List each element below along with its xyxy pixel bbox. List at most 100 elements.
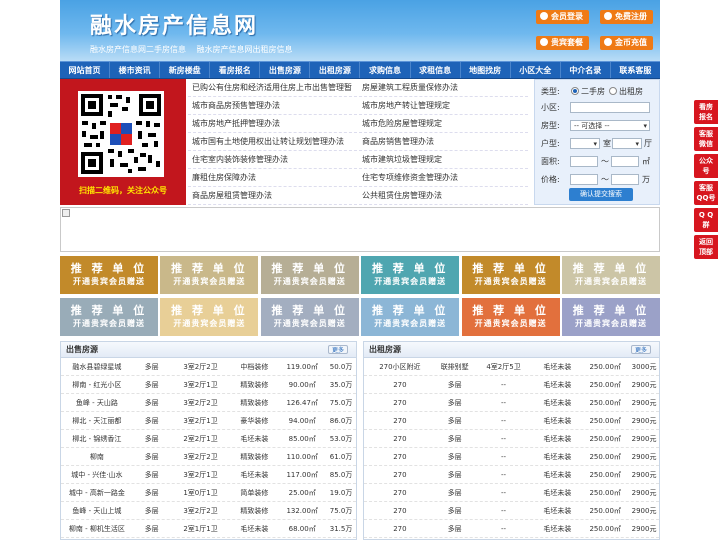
table-cell: 2900元 bbox=[631, 525, 657, 533]
nav-item-9[interactable]: 小区大全 bbox=[511, 62, 561, 78]
header-link-secondhand[interactable]: 融水房产信息网二手房信息 bbox=[90, 45, 186, 54]
login-button[interactable]: 会员登录 bbox=[536, 10, 589, 24]
table-row[interactable]: 城中 - 兴佳·山水 多层 3室2厅1卫 毛坯未装 117.00㎡ 85.0万 bbox=[61, 466, 356, 484]
table-cell: 多层 bbox=[144, 399, 159, 407]
price-max-input[interactable] bbox=[611, 174, 639, 185]
nav-item-2[interactable]: 新房楼盘 bbox=[160, 62, 211, 78]
article-link[interactable]: 城市国有土地使用权出让转让规划管理办法 bbox=[188, 133, 358, 150]
article-link[interactable]: 房屋建筑工程质量保修办法 bbox=[358, 79, 528, 96]
table-row[interactable]: 融水县碧绿星城 多层 3室2厅2卫 中档装修 119.00㎡ 50.0万 bbox=[61, 358, 356, 376]
recharge-button[interactable]: 金币充值 bbox=[600, 36, 653, 50]
table-row[interactable]: 柳南 - 柳机生活区 多层 2室1厅1卫 毛坯未装 68.00㎡ 31.5万 bbox=[61, 520, 356, 538]
nav-item-3[interactable]: 看房报名 bbox=[210, 62, 261, 78]
ad-banner[interactable] bbox=[60, 207, 660, 252]
table-cell: 城中 - 兴佳·山水 bbox=[71, 471, 123, 479]
article-link[interactable]: 已购公有住房和经济适用住房上市出售管理暂 bbox=[188, 79, 358, 96]
article-link[interactable]: 城市建筑垃圾管理规定 bbox=[358, 151, 528, 168]
recommend-tile[interactable]: 推 荐 单 位开通贵宾会员赠送 bbox=[461, 298, 560, 336]
recommend-tile[interactable]: 推 荐 单 位开通贵宾会员赠送 bbox=[361, 256, 460, 294]
nav-item-11[interactable]: 联系客服 bbox=[611, 62, 660, 78]
float-button-5[interactable]: 返回 顶部 bbox=[694, 235, 718, 259]
article-link[interactable]: 廉租住房保障办法 bbox=[188, 169, 358, 186]
article-link[interactable]: 城市商品房预售管理办法 bbox=[188, 97, 358, 114]
size-max-input[interactable] bbox=[611, 156, 639, 167]
header-link-rental[interactable]: 融水房产信息网出租房信息 bbox=[197, 45, 293, 54]
recommend-tile[interactable]: 推 荐 单 位开通贵宾会员赠送 bbox=[260, 256, 359, 294]
table-cell: -- bbox=[500, 453, 507, 461]
recommend-tile[interactable]: 推 荐 单 位开通贵宾会员赠送 bbox=[361, 298, 460, 336]
type-option-secondhand[interactable]: 二手房 bbox=[571, 86, 605, 97]
table-row[interactable]: 柳南 多层 3室2厅2卫 精致装修 110.00㎡ 61.0万 bbox=[61, 448, 356, 466]
article-link[interactable]: 公共租赁住房管理办法 bbox=[358, 187, 528, 204]
nav-item-6[interactable]: 求购信息 bbox=[360, 62, 411, 78]
recommend-tile[interactable]: 推 荐 单 位开通贵宾会员赠送 bbox=[260, 298, 359, 336]
float-button-4[interactable]: Q Q 群 bbox=[694, 208, 718, 232]
table-row[interactable]: 270 多层 -- 毛坯未装 250.00㎡ 2900元 bbox=[364, 466, 659, 484]
table-row[interactable]: 鱼峰 - 天山上城 多层 3室2厅2卫 精致装修 132.00㎡ 75.0万 bbox=[61, 502, 356, 520]
nav-item-5[interactable]: 出租房源 bbox=[310, 62, 361, 78]
rent-listings-title: 出租房源 bbox=[369, 345, 401, 354]
register-button[interactable]: 免费注册 bbox=[600, 10, 653, 24]
table-row[interactable]: 270 多层 -- 毛坯未装 250.00㎡ 2900元 bbox=[364, 448, 659, 466]
recommend-tile[interactable]: 推 荐 单 位开通贵宾会员赠送 bbox=[160, 298, 259, 336]
float-button-0[interactable]: 看房 报名 bbox=[694, 100, 718, 124]
float-button-1[interactable]: 客服 微信 bbox=[694, 127, 718, 151]
article-link[interactable]: 住宅室内装饰装修管理办法 bbox=[188, 151, 358, 168]
table-row[interactable]: 270 多层 -- 毛坯未装 250.00㎡ 2900元 bbox=[364, 430, 659, 448]
rent-more-button[interactable]: 更多 bbox=[630, 345, 651, 354]
hall-select[interactable]: ▾ bbox=[612, 138, 642, 149]
table-row[interactable]: 鱼峰 - 天山路 多层 3室2厅2卫 精致装修 126.47㎡ 75.0万 bbox=[61, 394, 356, 412]
type-option-rental[interactable]: 出租房 bbox=[609, 86, 643, 97]
table-row[interactable]: 270 多层 -- 毛坯未装 250.00㎡ 2900元 bbox=[364, 412, 659, 430]
vip-package-button[interactable]: 贵宾套餐 bbox=[536, 36, 589, 50]
table-cell: 毛坯未装 bbox=[240, 435, 269, 443]
recommend-tile[interactable]: 推 荐 单 位开通贵宾会员赠送 bbox=[562, 256, 660, 294]
chevron-down-icon: ▾ bbox=[643, 122, 647, 130]
table-row[interactable]: 270 多层 -- 毛坯未装 250.00㎡ 2900元 bbox=[364, 520, 659, 538]
house-type-select[interactable]: -- 可选择 -- ▾ bbox=[570, 120, 650, 131]
recommend-tile[interactable]: 推 荐 单 位开通贵宾会员赠送 bbox=[461, 256, 560, 294]
type-label: 类型: bbox=[541, 87, 560, 96]
nav-item-7[interactable]: 求租信息 bbox=[411, 62, 461, 78]
table-row[interactable]: 270 多层 -- 毛坯未装 250.00㎡ 2900元 bbox=[364, 502, 659, 520]
nav-item-4[interactable]: 出售房源 bbox=[260, 62, 311, 78]
article-link[interactable]: 商品房销售管理办法 bbox=[358, 133, 528, 150]
area-input[interactable] bbox=[570, 102, 650, 113]
sale-more-button[interactable]: 更多 bbox=[327, 345, 348, 354]
article-link[interactable]: 住宅专项维修资金管理办法 bbox=[358, 169, 528, 186]
recommend-tile[interactable]: 推 荐 单 位开通贵宾会员赠送 bbox=[562, 298, 660, 336]
size-min-input[interactable] bbox=[570, 156, 598, 167]
nav-item-0[interactable]: 网站首页 bbox=[60, 62, 111, 78]
table-row[interactable]: 270 多层 -- 毛坯未装 250.00㎡ 2900元 bbox=[364, 376, 659, 394]
float-button-2[interactable]: 公众 号 bbox=[694, 154, 718, 178]
article-link[interactable]: 城市房地产转让管理规定 bbox=[358, 97, 528, 114]
nav-item-10[interactable]: 中介名录 bbox=[561, 62, 611, 78]
table-row[interactable]: 柳北 - 天江丽都 多层 3室2厅1卫 豪华装修 94.00㎡ 86.0万 bbox=[61, 412, 356, 430]
tile-subtitle: 开通贵宾会员赠送 bbox=[374, 319, 447, 328]
article-link[interactable]: 城市房地产抵押管理办法 bbox=[188, 115, 358, 132]
recommend-tile[interactable]: 推 荐 单 位开通贵宾会员赠送 bbox=[60, 298, 158, 336]
table-row[interactable]: 270小区附近 联排别墅 4室2厅5卫 毛坯未装 250.00㎡ 3000元 bbox=[364, 358, 659, 376]
nav-item-8[interactable]: 地图找房 bbox=[461, 62, 511, 78]
nav-item-1[interactable]: 楼市资讯 bbox=[110, 62, 161, 78]
table-row[interactable]: 城中 - 高新一路金 多层 1室0厅1卫 简单装修 25.00㎡ 19.0万 bbox=[61, 484, 356, 502]
table-cell: 75.0万 bbox=[329, 507, 353, 515]
recommend-tile[interactable]: 推 荐 单 位开通贵宾会员赠送 bbox=[60, 256, 158, 294]
table-cell: -- bbox=[500, 525, 507, 533]
site-title[interactable]: 融水房产信息网 bbox=[90, 8, 258, 40]
table-row[interactable]: 270 多层 -- 毛坯未装 250.00㎡ 2900元 bbox=[364, 484, 659, 502]
search-submit-button[interactable]: 确认提交搜索 bbox=[569, 188, 633, 201]
table-cell: 3室2厅2卫 bbox=[183, 453, 218, 461]
recommend-tile[interactable]: 推 荐 单 位开通贵宾会员赠送 bbox=[160, 256, 259, 294]
float-button-3[interactable]: 客服 QQ号 bbox=[694, 181, 718, 205]
table-row[interactable]: 270 多层 -- 毛坯未装 250.00㎡ 2900元 bbox=[364, 394, 659, 412]
table-cell: 250.00㎡ bbox=[589, 489, 621, 497]
article-link[interactable]: 城市危险房屋管理规定 bbox=[358, 115, 528, 132]
table-cell: 2室1厅1卫 bbox=[183, 525, 218, 533]
price-min-input[interactable] bbox=[570, 174, 598, 185]
table-row[interactable]: 柳南 - 红光小区 多层 3室2厅1卫 精致装修 90.00㎡ 35.0万 bbox=[61, 376, 356, 394]
table-cell: 270 bbox=[393, 489, 407, 497]
table-row[interactable]: 柳北 - 锦绣香江 多层 2室2厅1卫 毛坯未装 85.00㎡ 53.0万 bbox=[61, 430, 356, 448]
article-link[interactable]: 商品房屋租赁管理办法 bbox=[188, 187, 358, 204]
room-select[interactable]: ▾ bbox=[570, 138, 600, 149]
